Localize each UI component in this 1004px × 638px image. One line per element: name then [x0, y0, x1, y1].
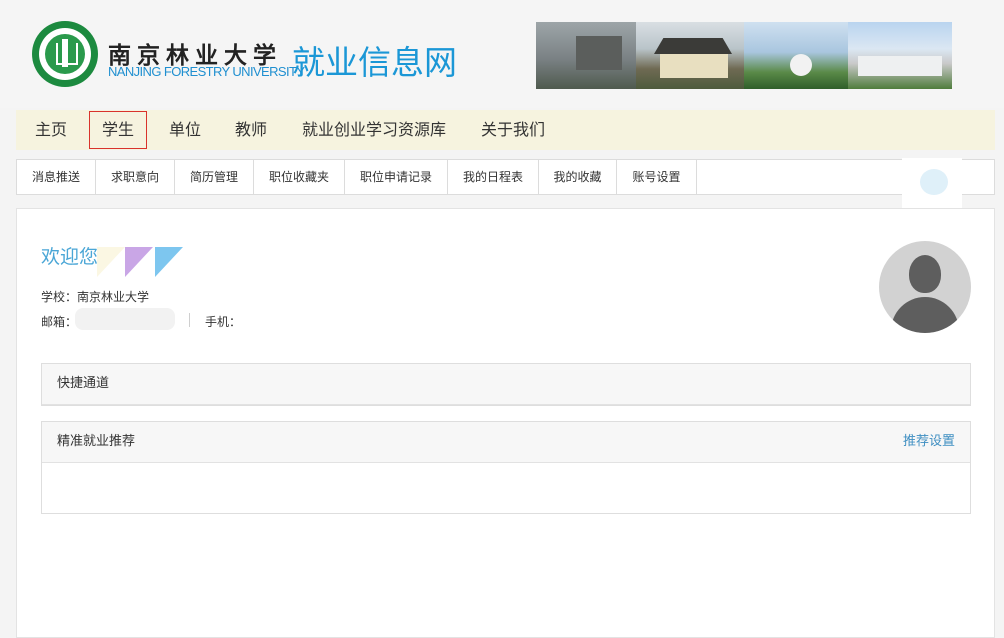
tab-messages[interactable]: 消息推送 [17, 160, 96, 194]
nav-item-teacher[interactable]: 教师 [235, 110, 267, 150]
user-center-panel: 欢迎您 学校：南京林业大学 邮箱： 手机： 快捷通道 精准就业推荐 推荐设置 [16, 208, 995, 638]
decor-triangle [97, 247, 125, 277]
nav-item-resources[interactable]: 就业创业学习资源库 [302, 110, 446, 150]
tab-job-intention[interactable]: 求职意向 [96, 160, 175, 194]
tab-resume[interactable]: 简历管理 [175, 160, 254, 194]
recommend-header: 精准就业推荐 推荐设置 [42, 422, 970, 463]
tab-job-favorites[interactable]: 职位收藏夹 [254, 160, 345, 194]
university-name-en[interactable]: NANJING FORESTRY UNIVERSITY [108, 64, 305, 79]
nav-item-student[interactable]: 学生 [89, 111, 148, 149]
school-info: 学校：南京林业大学 [41, 290, 150, 304]
recommend-settings-link[interactable]: 推荐设置 [903, 422, 955, 462]
tab-account-settings[interactable]: 账号设置 [617, 160, 697, 194]
main-nav: 主页 学生 单位 教师 就业创业学习资源库 关于我们 [16, 110, 995, 150]
site-header: 南京林业大学 NANJING FORESTRY UNIVERSITY 就业信息网 [0, 0, 1004, 108]
recommend-title: 精准就业推荐 [57, 434, 136, 449]
tab-applications[interactable]: 职位申请记录 [345, 160, 448, 194]
quick-access-title: 快捷通道 [57, 376, 110, 391]
welcome-text: 欢迎您 [41, 246, 99, 268]
site-title[interactable]: 就业信息网 [292, 36, 457, 84]
nav-item-employer[interactable]: 单位 [169, 110, 201, 150]
tab-my-favorites[interactable]: 我的收藏 [539, 160, 617, 194]
email-value-redacted [75, 308, 175, 330]
quick-access-header: 快捷通道 [42, 364, 970, 405]
nav-item-home[interactable]: 主页 [35, 110, 67, 150]
nav-item-about[interactable]: 关于我们 [481, 110, 545, 150]
phone-label: 手机： [205, 315, 242, 329]
tab-schedule[interactable]: 我的日程表 [448, 160, 539, 194]
decor-triangle [125, 247, 153, 277]
email-label: 邮箱： [41, 315, 78, 329]
decor-triangle [155, 247, 183, 277]
quick-access-panel: 快捷通道 [41, 363, 971, 406]
recommend-panel: 精准就业推荐 推荐设置 [41, 421, 971, 514]
campus-banner-image [536, 22, 952, 89]
sub-nav: 消息推送 求职意向 简历管理 职位收藏夹 职位申请记录 我的日程表 我的收藏 账… [16, 159, 995, 195]
university-emblem-icon[interactable] [32, 21, 98, 87]
overlay-bubble [920, 169, 948, 195]
avatar[interactable] [879, 241, 971, 333]
divider [189, 313, 190, 327]
